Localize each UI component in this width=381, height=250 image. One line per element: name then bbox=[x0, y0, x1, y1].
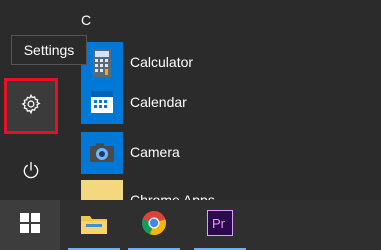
power-button[interactable] bbox=[4, 144, 58, 200]
taskbar-file-explorer[interactable] bbox=[64, 200, 124, 250]
app-label-camera: Camera bbox=[130, 144, 180, 160]
calculator-icon bbox=[81, 42, 123, 84]
start-menu-rail bbox=[0, 0, 62, 200]
windows-logo-icon bbox=[20, 212, 40, 238]
taskbar-premiere-pro[interactable]: Pr bbox=[190, 200, 250, 250]
app-label-calculator: Calculator bbox=[130, 54, 194, 70]
chrome-icon bbox=[141, 210, 167, 241]
start-button[interactable] bbox=[0, 200, 60, 250]
settings-tooltip: Settings bbox=[11, 35, 87, 65]
taskbar: Pr bbox=[0, 200, 381, 250]
app-item-calculator[interactable]: Calculator bbox=[78, 42, 381, 84]
start-menu: Settings C Calculator Calendar Camera ⌄ … bbox=[0, 0, 381, 250]
app-item-camera[interactable]: Camera bbox=[78, 132, 381, 174]
taskbar-google-chrome[interactable] bbox=[124, 200, 184, 250]
folder-icon bbox=[80, 211, 108, 240]
settings-button[interactable] bbox=[4, 78, 58, 134]
gear-icon bbox=[20, 93, 42, 120]
svg-text:Pr: Pr bbox=[212, 216, 226, 231]
premiere-icon: Pr bbox=[207, 209, 233, 241]
power-icon bbox=[21, 160, 41, 185]
app-label-calendar: Calendar bbox=[130, 94, 187, 110]
calendar-icon bbox=[81, 82, 123, 124]
app-item-calendar[interactable]: Calendar bbox=[78, 82, 381, 124]
camera-icon bbox=[81, 132, 123, 174]
app-list: C Calculator Calendar Camera ⌄ bbox=[78, 0, 381, 222]
section-header-c[interactable]: C bbox=[81, 12, 91, 28]
